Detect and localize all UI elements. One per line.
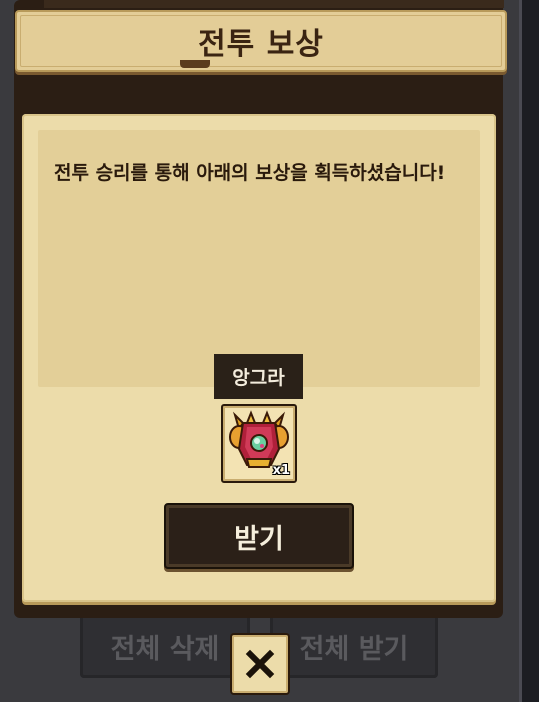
item-tooltip: 앙그라 [214, 354, 303, 399]
panel-top-bar [44, 0, 504, 8]
delete-all-button: 전체 삭제 [80, 614, 250, 678]
message-box: 전투 승리를 통해 아래의 보상을 획득하셨습니다! [38, 130, 480, 387]
reward-message: 전투 승리를 통해 아래의 보상을 획득하셨습니다! [54, 162, 446, 184]
side-strip [519, 0, 539, 702]
receive-all-button: 전체 받기 [270, 614, 438, 678]
reward-item-slot[interactable]: x1 [221, 404, 297, 483]
item-count: x1 [272, 463, 290, 478]
panel-header: 전투 보상 [15, 10, 507, 72]
close-icon [245, 649, 275, 679]
close-button[interactable] [230, 633, 290, 695]
header-notch [180, 60, 210, 68]
page-title: 전투 보상 [198, 27, 324, 62]
claim-button[interactable]: 받기 [164, 503, 354, 569]
reward-dialog: 전투 승리를 통해 아래의 보상을 획득하셨습니다! 앙그라 x1 받기 [22, 114, 496, 602]
